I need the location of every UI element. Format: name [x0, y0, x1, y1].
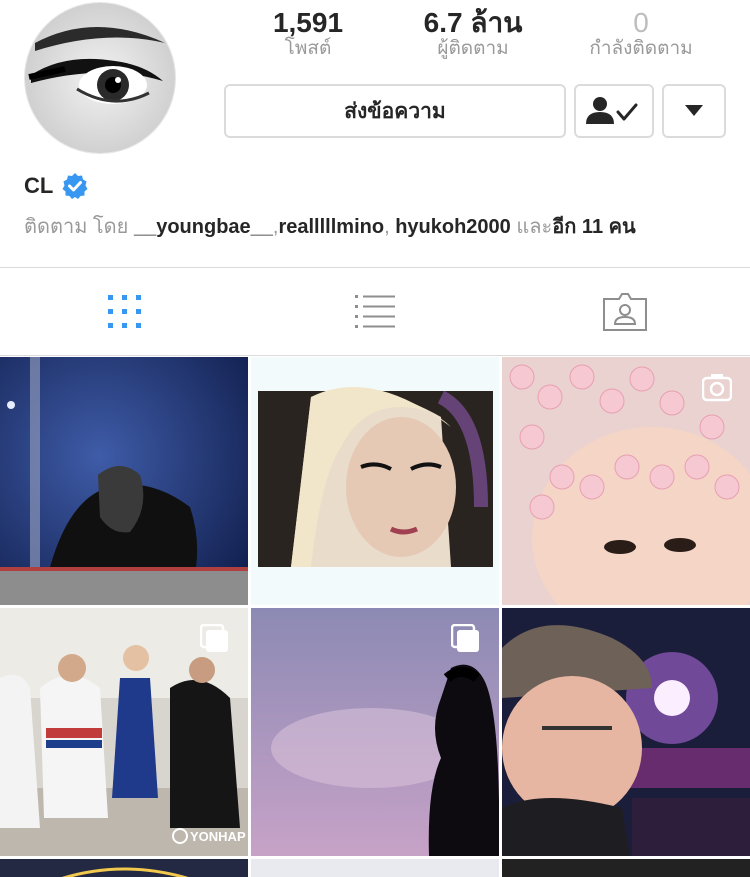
post-image	[251, 859, 499, 877]
post-thumbnail[interactable]	[0, 859, 248, 877]
message-button-label: ส่งข้อความ	[344, 99, 446, 123]
post-thumbnail[interactable]	[502, 859, 750, 877]
and-text: และ	[516, 216, 553, 238]
post-thumbnail[interactable]	[251, 357, 499, 605]
tab-list[interactable]	[250, 270, 500, 354]
followed-by-text[interactable]: ติดตาม โดย __youngbae__,realllllmino, hy…	[24, 210, 636, 242]
post-image	[502, 608, 750, 856]
post-thumbnail[interactable]	[251, 859, 499, 877]
watermark-logo: YONHAP	[172, 828, 246, 844]
message-button[interactable]: ส่งข้อความ	[224, 84, 566, 138]
multiple-icon	[451, 624, 479, 652]
multiple-icon	[200, 624, 228, 652]
followers-count[interactable]: 6.7 ล้าน	[398, 8, 548, 38]
following-label[interactable]: กำลังติดตาม	[566, 38, 716, 60]
divider	[0, 355, 750, 356]
post-image	[0, 357, 248, 605]
follower-link-1[interactable]: __youngbae__	[134, 216, 273, 238]
post-image	[251, 357, 499, 605]
post-thumbnail[interactable]	[0, 357, 248, 605]
grid-icon	[108, 295, 141, 328]
profile-name-row: CL	[24, 172, 89, 200]
following-count[interactable]: 0	[566, 8, 716, 38]
post-image	[502, 859, 750, 877]
post-thumbnail[interactable]	[251, 608, 499, 856]
list-icon	[355, 295, 395, 328]
verified-badge-icon	[62, 173, 88, 199]
tagged-icon	[603, 293, 647, 331]
more-followers-link[interactable]: อีก 11 คน	[552, 216, 635, 238]
stat-following[interactable]: 0 กำลังติดตาม	[566, 8, 716, 60]
profile-username: CL	[24, 173, 54, 198]
follower-link-3[interactable]: hyukoh2000	[395, 216, 511, 238]
post-thumbnail[interactable]	[502, 608, 750, 856]
options-dropdown-button[interactable]	[662, 84, 726, 138]
followed-by-prefix: ติดตาม โดย	[24, 216, 129, 238]
stat-posts: 1,591 โพสต์	[233, 8, 383, 60]
separator: ,	[384, 216, 390, 238]
profile-avatar[interactable]	[24, 2, 176, 154]
video-icon	[702, 374, 732, 402]
tab-grid[interactable]	[0, 270, 250, 354]
divider	[0, 267, 750, 268]
post-image	[0, 859, 248, 877]
post-thumbnail[interactable]: YONHAP	[0, 608, 248, 856]
follower-link-2[interactable]: realllllmino	[278, 216, 384, 238]
post-thumbnail[interactable]	[502, 357, 750, 605]
stat-followers[interactable]: 6.7 ล้าน ผู้ติดตาม	[398, 8, 548, 60]
tab-tagged[interactable]	[500, 270, 750, 354]
followers-label[interactable]: ผู้ติดตาม	[398, 38, 548, 60]
following-button[interactable]	[574, 84, 654, 138]
triangle-down-icon	[685, 105, 703, 116]
person-check-icon	[586, 97, 638, 124]
posts-label: โพสต์	[284, 38, 332, 59]
svg-text:YONHAP: YONHAP	[190, 829, 246, 844]
posts-count: 1,591	[272, 7, 344, 38]
